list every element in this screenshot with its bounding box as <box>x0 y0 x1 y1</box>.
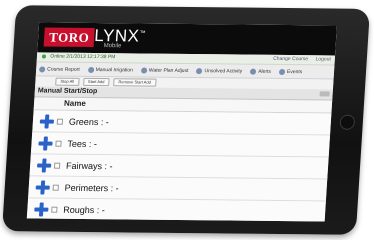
app-header: TORO LYNX™ Mobile <box>37 22 337 56</box>
home-button[interactable] <box>339 114 356 130</box>
start-add-button[interactable]: Start Add <box>82 77 110 87</box>
remove-start-add-button[interactable]: Remove Start Add <box>113 78 157 87</box>
events-icon <box>278 68 286 75</box>
activity-icon <box>196 67 203 74</box>
water-icon <box>140 66 148 74</box>
lynx-subtitle: Mobile <box>103 43 122 50</box>
online-status-icon <box>41 54 47 59</box>
manual-irrigation-button[interactable]: Manual Irrigation <box>87 66 133 73</box>
row-checkbox[interactable] <box>52 184 59 191</box>
row-label: Perimeters : - <box>64 182 120 193</box>
status-text: Online 2/1/2013 12:17:38 PM <box>50 53 116 61</box>
tablet-device: TORO LYNX™ Mobile Online 2/1/2013 12:17:… <box>2 5 370 235</box>
row-checkbox[interactable] <box>51 206 58 213</box>
irrigation-icon <box>87 66 94 73</box>
table-row[interactable]: Greens : - <box>32 110 332 136</box>
row-label: Fairways : - <box>65 160 113 171</box>
expand-plus-icon[interactable] <box>38 136 53 150</box>
report-icon <box>39 65 46 72</box>
table-row[interactable]: Fairways : - <box>29 154 329 180</box>
alert-icon <box>250 68 257 75</box>
table-row[interactable]: Roughs : - <box>26 198 326 222</box>
stop-all-button[interactable]: Stop All <box>55 77 80 86</box>
table-row[interactable]: Tees : - <box>30 132 331 158</box>
row-checkbox[interactable] <box>55 140 62 147</box>
expand-plus-icon[interactable] <box>39 114 54 128</box>
collapse-button[interactable] <box>319 91 330 97</box>
unsolved-activity-button[interactable]: Unsolved Activity <box>196 67 242 74</box>
expand-plus-icon[interactable] <box>34 202 49 216</box>
expand-plus-icon[interactable] <box>37 158 52 172</box>
app-screen: TORO LYNX™ Mobile Online 2/1/2013 12:17:… <box>26 22 337 222</box>
change-course-link[interactable]: Change Course <box>273 56 308 62</box>
events-button[interactable]: Events <box>278 68 302 75</box>
row-checkbox[interactable] <box>53 162 61 169</box>
expand-plus-icon[interactable] <box>35 180 50 194</box>
row-label: Tees : - <box>67 138 98 149</box>
course-report-button[interactable]: Course Report <box>39 65 80 72</box>
table-row[interactable]: Perimeters : - <box>28 176 328 202</box>
water-plan-adjust-button[interactable]: Water Plan Adjust <box>140 66 189 74</box>
row-label: Greens : - <box>68 116 110 127</box>
logout-link[interactable]: Logout <box>315 56 331 62</box>
alerts-button[interactable]: Alerts <box>250 68 271 74</box>
toro-logo: TORO <box>43 27 95 47</box>
row-label: Roughs : - <box>63 204 106 215</box>
row-checkbox[interactable] <box>56 118 64 125</box>
